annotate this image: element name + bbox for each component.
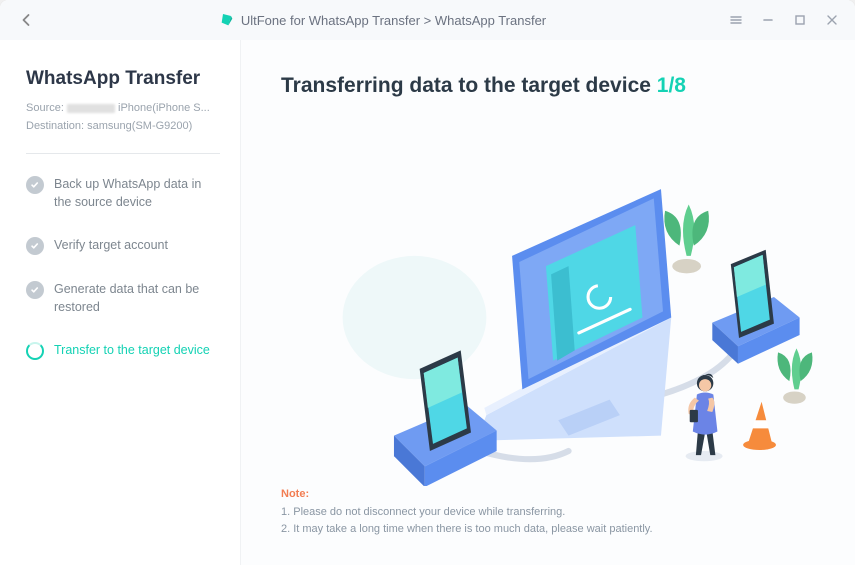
step-icon — [26, 342, 44, 360]
step-verify: Verify target account — [26, 237, 220, 255]
check-circle-icon — [26, 176, 44, 194]
breadcrumb-page: WhatsApp Transfer — [435, 13, 546, 28]
dest-device: samsung(SM-G9200) — [87, 120, 192, 132]
sidebar: WhatsApp Transfer Source: iPhone(iPhone … — [0, 40, 240, 565]
step-icon — [26, 176, 44, 194]
step-label: Back up WhatsApp data in the source devi… — [54, 176, 220, 211]
arrow-left-icon — [16, 10, 36, 30]
cable-right-icon — [661, 353, 733, 394]
phone-dock-right-icon — [712, 250, 799, 364]
menu-button[interactable] — [729, 13, 743, 27]
note-line-1: 1. Please do not disconnect your device … — [281, 506, 565, 518]
minimize-button[interactable] — [761, 13, 775, 27]
close-button[interactable] — [825, 13, 839, 27]
note-label: Note: — [281, 488, 309, 500]
divider — [26, 153, 220, 154]
breadcrumb-sep: > — [420, 13, 435, 28]
main-panel: Transferring data to the target device 1… — [240, 40, 855, 565]
titlebar: UltFone for WhatsApp Transfer > WhatsApp… — [0, 0, 855, 40]
laptop-icon — [476, 189, 671, 441]
maximize-icon — [793, 13, 807, 27]
step-icon — [26, 237, 44, 255]
step-label: Verify target account — [54, 237, 168, 255]
main-heading: Transferring data to the target device 1… — [281, 74, 815, 98]
source-label: Source: — [26, 102, 67, 114]
device-info: Source: iPhone(iPhone S... Destination: … — [26, 100, 220, 135]
menu-icon — [729, 13, 743, 27]
redacted-source-name — [67, 104, 115, 113]
step-label: Transfer to the target device — [54, 342, 210, 360]
app-logo-icon — [219, 12, 235, 28]
person-icon — [686, 374, 723, 462]
note-line-2: 2. It may take a long time when there is… — [281, 523, 653, 535]
illustration — [281, 118, 815, 486]
window-controls — [729, 13, 839, 27]
step-transfer: Transfer to the target device — [26, 342, 220, 360]
source-device: iPhone(iPhone S... — [115, 102, 210, 114]
step-generate: Generate data that can be restored — [26, 281, 220, 316]
check-circle-icon — [26, 281, 44, 299]
dest-line: Destination: samsung(SM-G9200) — [26, 118, 220, 136]
transfer-illustration — [281, 118, 815, 486]
progress-counter: 1/8 — [657, 74, 686, 97]
heading-text: Transferring data to the target device — [281, 74, 651, 97]
close-icon — [825, 13, 839, 27]
breadcrumb-app: UltFone for WhatsApp Transfer — [241, 13, 420, 28]
app-window: UltFone for WhatsApp Transfer > WhatsApp… — [0, 0, 855, 565]
sidebar-title: WhatsApp Transfer — [26, 68, 220, 90]
step-backup: Back up WhatsApp data in the source devi… — [26, 176, 220, 211]
step-label: Generate data that can be restored — [54, 281, 220, 316]
dest-label: Destination: — [26, 120, 87, 132]
plant-left-icon — [664, 205, 709, 274]
traffic-cone-icon — [743, 402, 776, 450]
check-circle-icon — [26, 237, 44, 255]
titlebar-center: UltFone for WhatsApp Transfer > WhatsApp… — [36, 12, 729, 28]
maximize-button[interactable] — [793, 13, 807, 27]
note-block: Note: 1. Please do not disconnect your d… — [281, 486, 815, 545]
minimize-icon — [761, 13, 775, 27]
bg-blob-icon — [343, 256, 487, 379]
back-button[interactable] — [16, 10, 36, 30]
step-icon — [26, 281, 44, 299]
plant-right-icon — [777, 348, 812, 403]
spinner-icon — [26, 342, 44, 360]
app-body: WhatsApp Transfer Source: iPhone(iPhone … — [0, 40, 855, 565]
source-line: Source: iPhone(iPhone S... — [26, 100, 220, 118]
breadcrumb: UltFone for WhatsApp Transfer > WhatsApp… — [241, 13, 546, 28]
